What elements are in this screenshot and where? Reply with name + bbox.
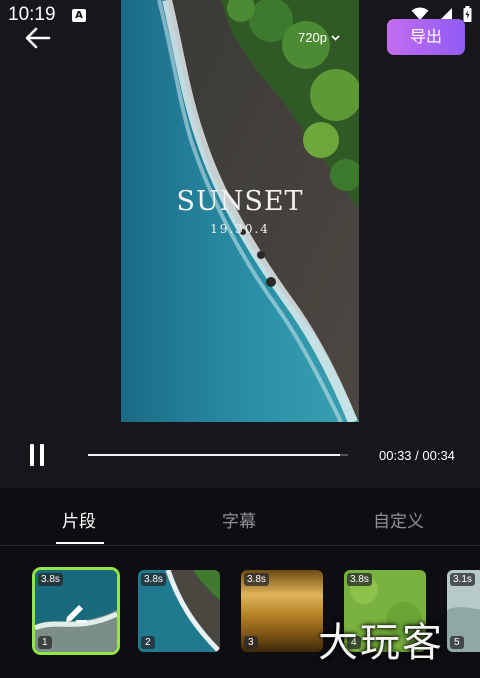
pause-button[interactable] (28, 444, 46, 466)
pencil-edit-icon (66, 605, 87, 623)
chevron-down-icon (331, 34, 340, 41)
clip-index: 2 (141, 636, 155, 649)
clip-index: 1 (38, 636, 52, 649)
clip-thumbnail[interactable]: 3.8s 2 (138, 570, 220, 652)
accessibility-indicator-icon: A (72, 9, 86, 22)
pause-icon (30, 444, 34, 466)
progress-bar[interactable] (88, 454, 348, 456)
back-button[interactable] (24, 26, 52, 50)
tab-custom[interactable]: 自定义 (373, 507, 424, 532)
video-preview[interactable]: SUNSET 19.30.4 (121, 0, 359, 422)
clip-thumbnail[interactable]: 3.8s 1 (32, 567, 120, 655)
resolution-label: 720p (298, 30, 327, 45)
clip-thumbnail[interactable]: 3.8s 3 (241, 570, 323, 652)
clip-duration: 3.8s (244, 573, 269, 586)
tab-subtitles[interactable]: 字幕 (222, 507, 256, 532)
active-tab-indicator (56, 542, 104, 544)
progress-fill (88, 454, 341, 456)
clip-thumbnail[interactable]: 3.1s 5 (447, 570, 480, 652)
tab-clips[interactable]: 片段 (62, 507, 96, 532)
clip-index: 3 (244, 636, 258, 649)
resolution-dropdown[interactable]: 720p (298, 30, 340, 45)
export-button[interactable]: 导出 (387, 19, 465, 55)
tab-bar: 片段 字幕 自定义 (0, 488, 480, 546)
status-time: 10:19 (8, 4, 56, 25)
clip-index: 5 (450, 636, 464, 649)
time-display: 00:33 / 00:34 (379, 448, 455, 463)
video-title-overlay: SUNSET (176, 186, 304, 217)
arrow-left-icon (25, 27, 51, 49)
watermark: 大玩客 (318, 620, 444, 666)
clip-duration: 3.8s (141, 573, 166, 586)
clip-duration: 3.8s (347, 573, 372, 586)
video-subtitle-overlay: 19.30.4 (210, 222, 270, 236)
battery-icon (463, 6, 472, 22)
clip-duration: 3.8s (38, 573, 63, 586)
clip-duration: 3.1s (450, 573, 475, 586)
